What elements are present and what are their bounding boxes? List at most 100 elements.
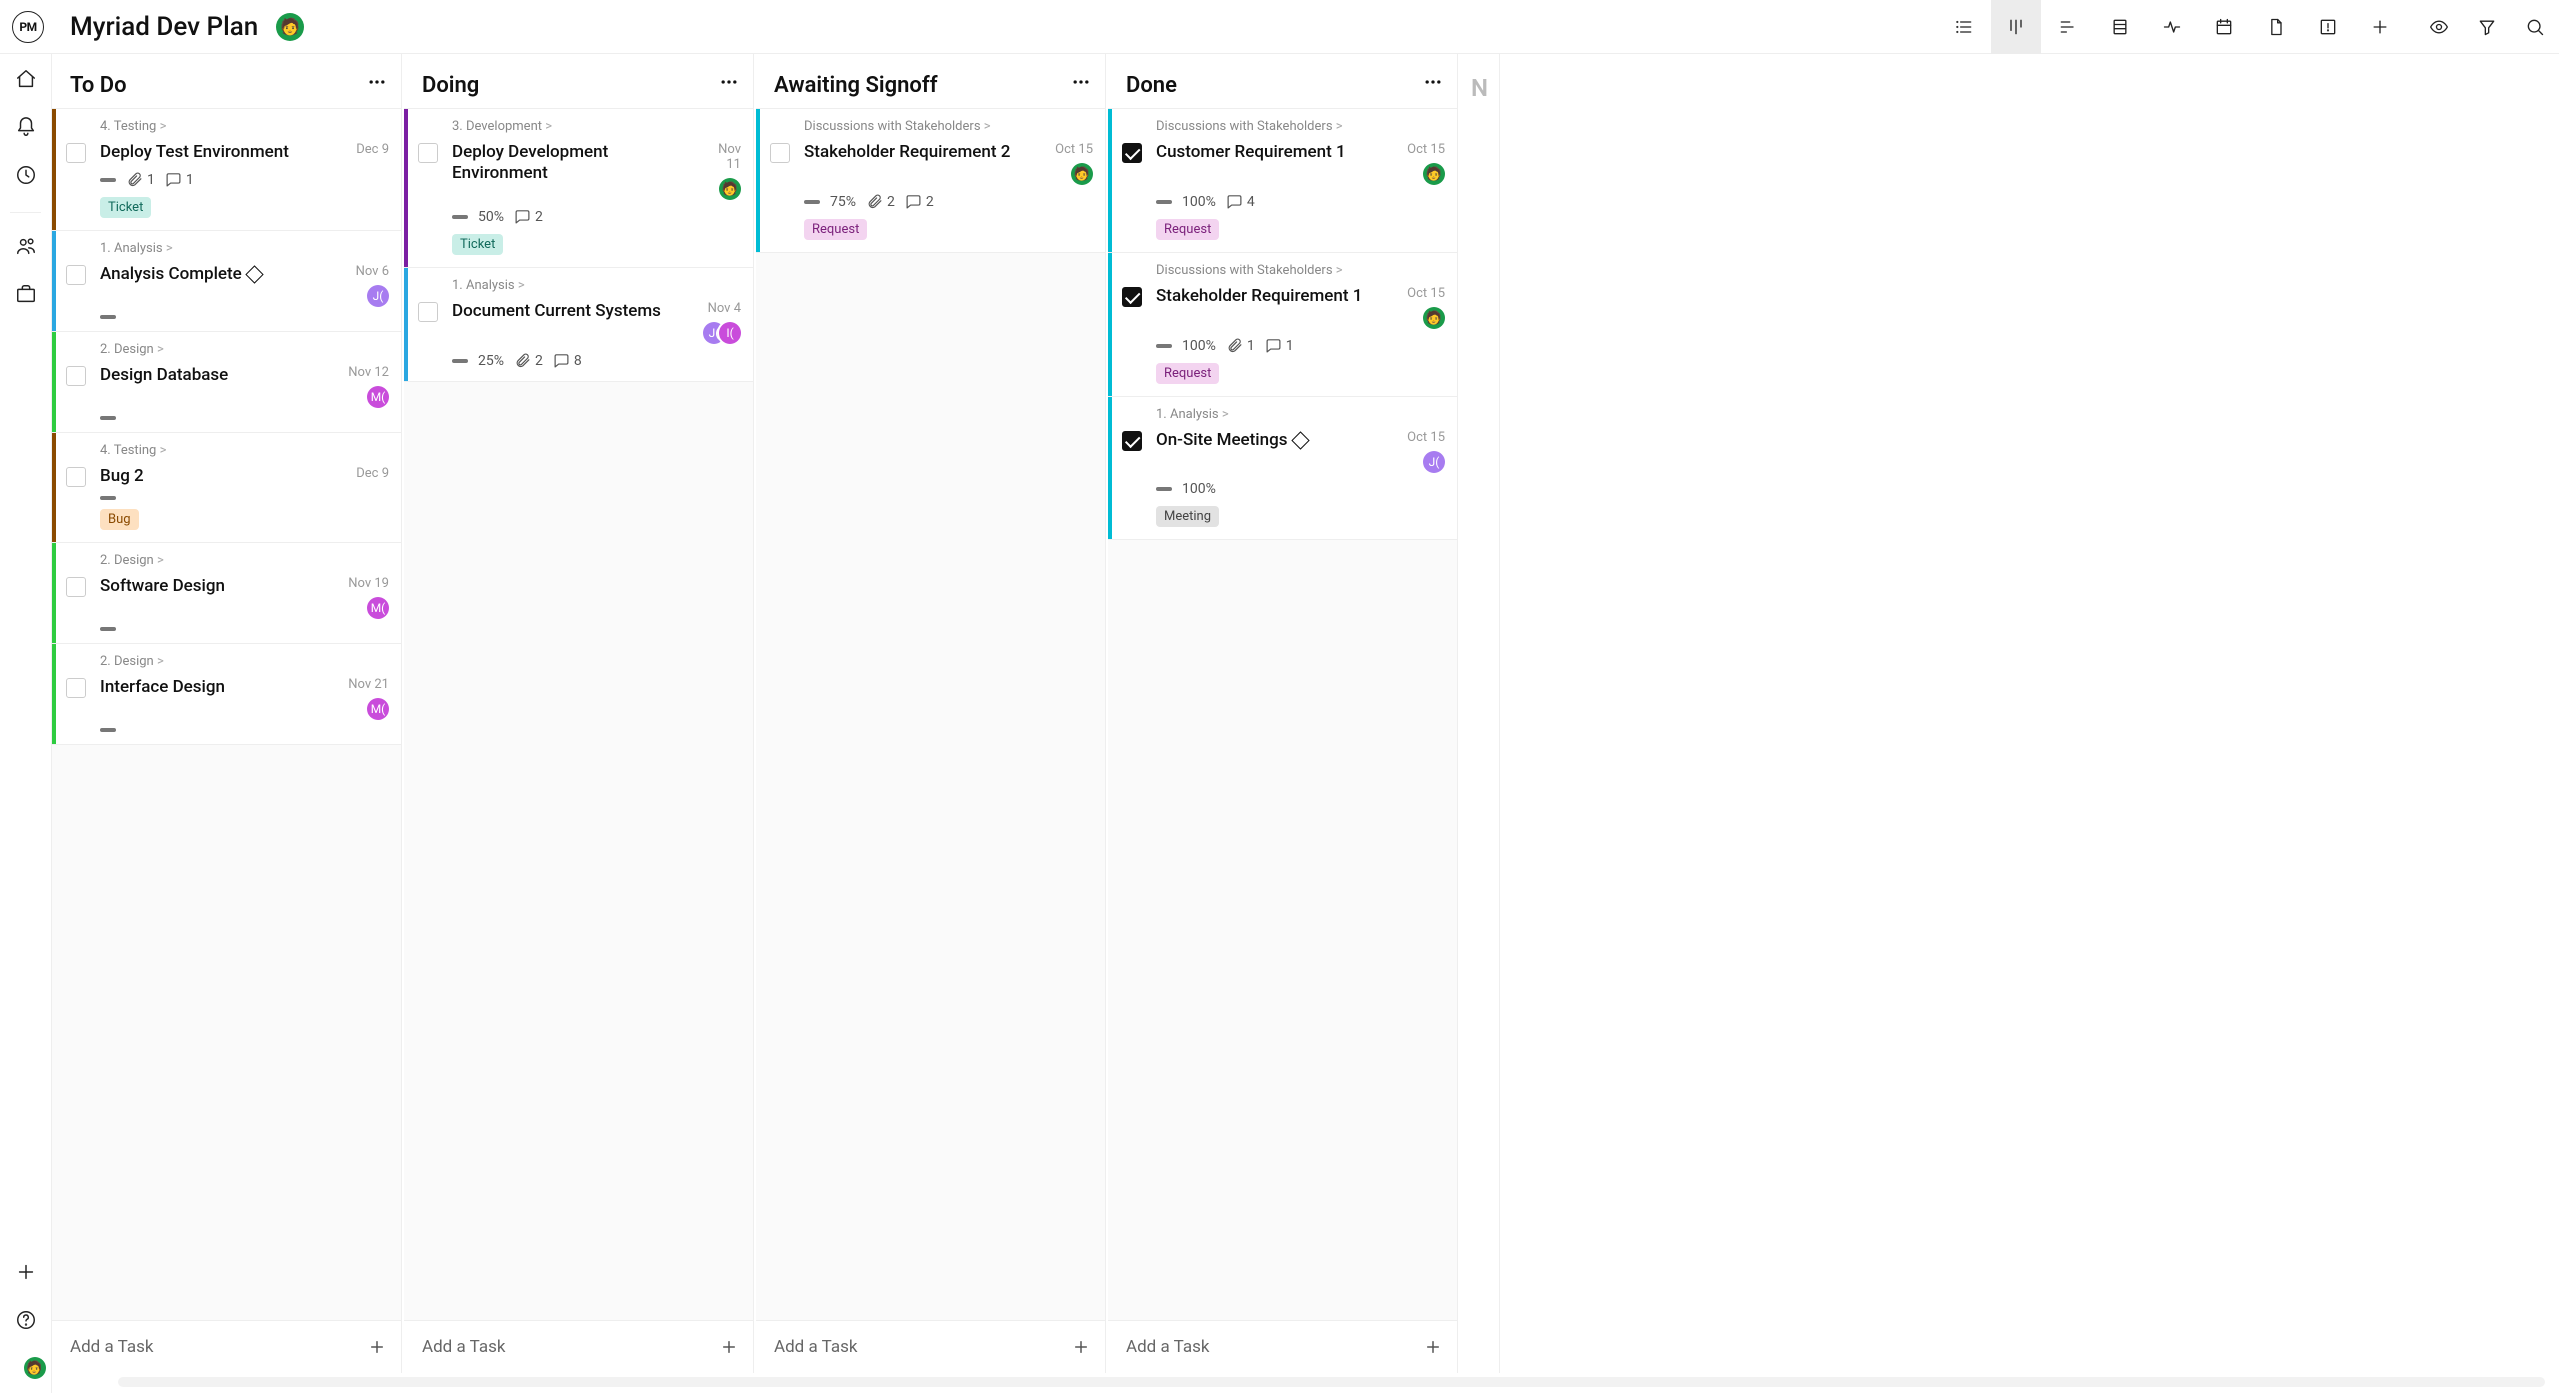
card-checkbox[interactable]	[66, 143, 86, 163]
assignee-avatar[interactable]	[1071, 163, 1093, 185]
card-checkbox[interactable]	[66, 577, 86, 597]
card-assignees[interactable]: M(	[373, 698, 389, 720]
nav-recent-icon[interactable]	[15, 164, 37, 190]
card-assignees[interactable]: M(	[373, 386, 389, 408]
card-checkbox[interactable]	[66, 678, 86, 698]
card-breadcrumb[interactable]: Discussions with Stakeholders	[1156, 119, 1445, 134]
column-title[interactable]: To Do	[70, 73, 127, 98]
card-title[interactable]: Customer Requirement 1	[1156, 142, 1346, 163]
card-breadcrumb[interactable]: 4. Testing	[100, 443, 389, 458]
assignee-avatar[interactable]: J(	[367, 285, 389, 307]
card-breadcrumb[interactable]: Discussions with Stakeholders	[1156, 263, 1445, 278]
task-card[interactable]: 3. Development Deploy Development Enviro…	[404, 108, 753, 268]
add-view-icon[interactable]	[2355, 0, 2405, 54]
comment-count[interactable]: 1	[165, 171, 194, 188]
assignee-avatar[interactable]: M(	[367, 597, 389, 619]
task-card[interactable]: Discussions with Stakeholders Stakeholde…	[1108, 252, 1457, 397]
attachment-count[interactable]: 1	[1226, 337, 1255, 354]
nav-people-icon[interactable]	[15, 235, 37, 261]
view-list-icon[interactable]	[1939, 0, 1989, 54]
assignee-avatar[interactable]	[1423, 307, 1445, 329]
horizontal-scrollbar[interactable]	[118, 1377, 2545, 1387]
comment-count[interactable]: 2	[905, 193, 934, 210]
comment-count[interactable]: 2	[514, 208, 543, 225]
column-menu-icon[interactable]	[1423, 72, 1443, 98]
project-title[interactable]: Myriad Dev Plan	[70, 12, 258, 42]
view-board-icon[interactable]	[1991, 0, 2041, 54]
task-card[interactable]: Discussions with Stakeholders Stakeholde…	[756, 108, 1105, 253]
add-task-button[interactable]: Add a Task	[404, 1320, 753, 1373]
card-tag[interactable]: Bug	[100, 509, 139, 530]
task-card[interactable]: 1. Analysis On-Site Meetings Oct 15 J( 1…	[1108, 396, 1457, 540]
card-tag[interactable]: Request	[804, 219, 867, 240]
nav-portfolio-icon[interactable]	[15, 283, 37, 309]
card-breadcrumb[interactable]: 3. Development	[452, 119, 741, 134]
card-assignees[interactable]	[1077, 163, 1093, 185]
card-assignees[interactable]: M(	[373, 597, 389, 619]
task-card[interactable]: 2. Design Interface Design Nov 21 M(	[52, 643, 401, 745]
task-card[interactable]: 1. Analysis Analysis Complete Nov 6 J(	[52, 230, 401, 332]
task-card[interactable]: Discussions with Stakeholders Customer R…	[1108, 108, 1457, 253]
comment-count[interactable]: 8	[553, 352, 582, 369]
task-card[interactable]: 4. Testing Bug 2 Dec 9 Bug	[52, 432, 401, 542]
project-owner-avatar[interactable]	[276, 13, 304, 41]
card-checkbox[interactable]	[1122, 431, 1142, 451]
card-checkbox[interactable]	[418, 302, 438, 322]
card-breadcrumb[interactable]: 1. Analysis	[100, 241, 389, 256]
card-title[interactable]: Stakeholder Requirement 2	[804, 142, 1010, 163]
card-assignees[interactable]	[1429, 163, 1445, 185]
nav-notifications-icon[interactable]	[15, 116, 37, 142]
card-assignees[interactable]	[1429, 307, 1445, 329]
card-title[interactable]: Analysis Complete	[100, 264, 261, 285]
assignee-avatar[interactable]: M(	[367, 698, 389, 720]
assignee-avatar[interactable]	[719, 178, 741, 200]
card-breadcrumb[interactable]: 2. Design	[100, 553, 389, 568]
card-tag[interactable]: Ticket	[100, 197, 151, 218]
column-menu-icon[interactable]	[367, 72, 387, 98]
view-gantt-icon[interactable]	[2043, 0, 2093, 54]
filter-icon[interactable]	[2473, 13, 2501, 41]
view-sheet-icon[interactable]	[2095, 0, 2145, 54]
card-title[interactable]: Design Database	[100, 365, 228, 386]
view-files-icon[interactable]	[2251, 0, 2301, 54]
task-card[interactable]: 1. Analysis Document Current Systems Nov…	[404, 267, 753, 382]
card-checkbox[interactable]	[66, 366, 86, 386]
card-checkbox[interactable]	[1122, 143, 1142, 163]
column-menu-icon[interactable]	[1071, 72, 1091, 98]
card-breadcrumb[interactable]: Discussions with Stakeholders	[804, 119, 1093, 134]
card-checkbox[interactable]	[66, 467, 86, 487]
card-title[interactable]: Deploy Test Environment	[100, 142, 289, 163]
column-title[interactable]: Done	[1126, 73, 1177, 98]
card-assignees[interactable]: J(I(	[709, 322, 741, 344]
card-title[interactable]: On-Site Meetings	[1156, 430, 1307, 451]
card-title[interactable]: Interface Design	[100, 677, 225, 698]
card-tag[interactable]: Request	[1156, 219, 1219, 240]
card-assignees[interactable]: J(	[373, 285, 389, 307]
column-title[interactable]: Doing	[422, 73, 479, 98]
view-risks-icon[interactable]	[2303, 0, 2353, 54]
card-breadcrumb[interactable]: 2. Design	[100, 342, 389, 357]
card-title[interactable]: Software Design	[100, 576, 225, 597]
task-card[interactable]: 4. Testing Deploy Test Environment Dec 9…	[52, 108, 401, 231]
card-breadcrumb[interactable]: 1. Analysis	[452, 278, 741, 293]
view-calendar-icon[interactable]	[2199, 0, 2249, 54]
card-checkbox[interactable]	[418, 143, 438, 163]
nav-home-icon[interactable]	[15, 68, 37, 94]
comment-count[interactable]: 4	[1226, 193, 1255, 210]
card-title[interactable]: Bug 2	[100, 466, 144, 487]
assignee-avatar[interactable]: I(	[719, 322, 741, 344]
card-assignees[interactable]	[725, 178, 741, 200]
column-menu-icon[interactable]	[719, 72, 739, 98]
task-card[interactable]: 2. Design Design Database Nov 12 M(	[52, 331, 401, 433]
card-title[interactable]: Deploy Development Environment	[452, 142, 693, 185]
card-checkbox[interactable]	[1122, 287, 1142, 307]
add-task-button[interactable]: Add a Task	[52, 1320, 401, 1373]
card-tag[interactable]: Ticket	[452, 234, 503, 255]
card-assignees[interactable]: J(	[1429, 451, 1445, 473]
add-task-button[interactable]: Add a Task	[756, 1320, 1105, 1373]
attachment-count[interactable]: 2	[514, 352, 543, 369]
view-activity-icon[interactable]	[2147, 0, 2197, 54]
app-logo[interactable]: PM	[12, 11, 44, 43]
search-icon[interactable]	[2521, 13, 2549, 41]
assignee-avatar[interactable]: M(	[367, 386, 389, 408]
